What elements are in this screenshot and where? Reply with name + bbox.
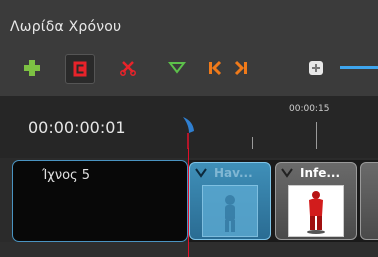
ruler-tick: [252, 137, 253, 149]
clip[interactable]: Infe...: [275, 162, 357, 240]
chevron-down-icon[interactable]: [195, 168, 207, 178]
clip-thumbnail: [202, 185, 258, 237]
playhead-line: [188, 148, 189, 257]
next-marker-icon: [234, 60, 247, 76]
plus-icon: [24, 60, 40, 76]
track-header[interactable]: [12, 160, 188, 242]
magnet-icon: [73, 61, 87, 77]
zoom-icon: [309, 61, 323, 75]
track-name: Ίχνος 5: [42, 168, 91, 183]
clip-title: Infe...: [300, 166, 341, 180]
red-figure-icon: [307, 191, 325, 234]
previous-marker-button[interactable]: [201, 54, 229, 82]
triangle-down-icon: [168, 62, 186, 74]
playhead-handle-icon[interactable]: [181, 115, 197, 149]
chevron-down-icon[interactable]: [281, 168, 293, 178]
razor-button[interactable]: [114, 54, 142, 82]
clip-thumbnail: [288, 185, 344, 237]
clip-title: Hav...: [214, 166, 253, 180]
clip[interactable]: [360, 162, 378, 240]
clip-selected[interactable]: Hav...: [189, 162, 271, 240]
current-time-display: 00:00:00:01: [28, 118, 126, 137]
track-footer: [0, 242, 378, 257]
add-track-button[interactable]: [18, 54, 46, 82]
zoom-button[interactable]: [302, 54, 330, 82]
previous-marker-icon: [209, 60, 222, 76]
toolbar: [0, 52, 378, 86]
add-marker-button[interactable]: [163, 54, 191, 82]
panel-title: Λωρίδα Χρόνου: [10, 19, 122, 35]
figure-icon: [225, 195, 235, 232]
zoom-slider[interactable]: [340, 66, 378, 69]
ruler-tick: [316, 122, 317, 149]
next-marker-button[interactable]: [227, 54, 255, 82]
ruler-time-label: 00:00:15: [289, 104, 330, 114]
scissors-icon: [120, 61, 136, 76]
snap-button[interactable]: [65, 54, 95, 84]
